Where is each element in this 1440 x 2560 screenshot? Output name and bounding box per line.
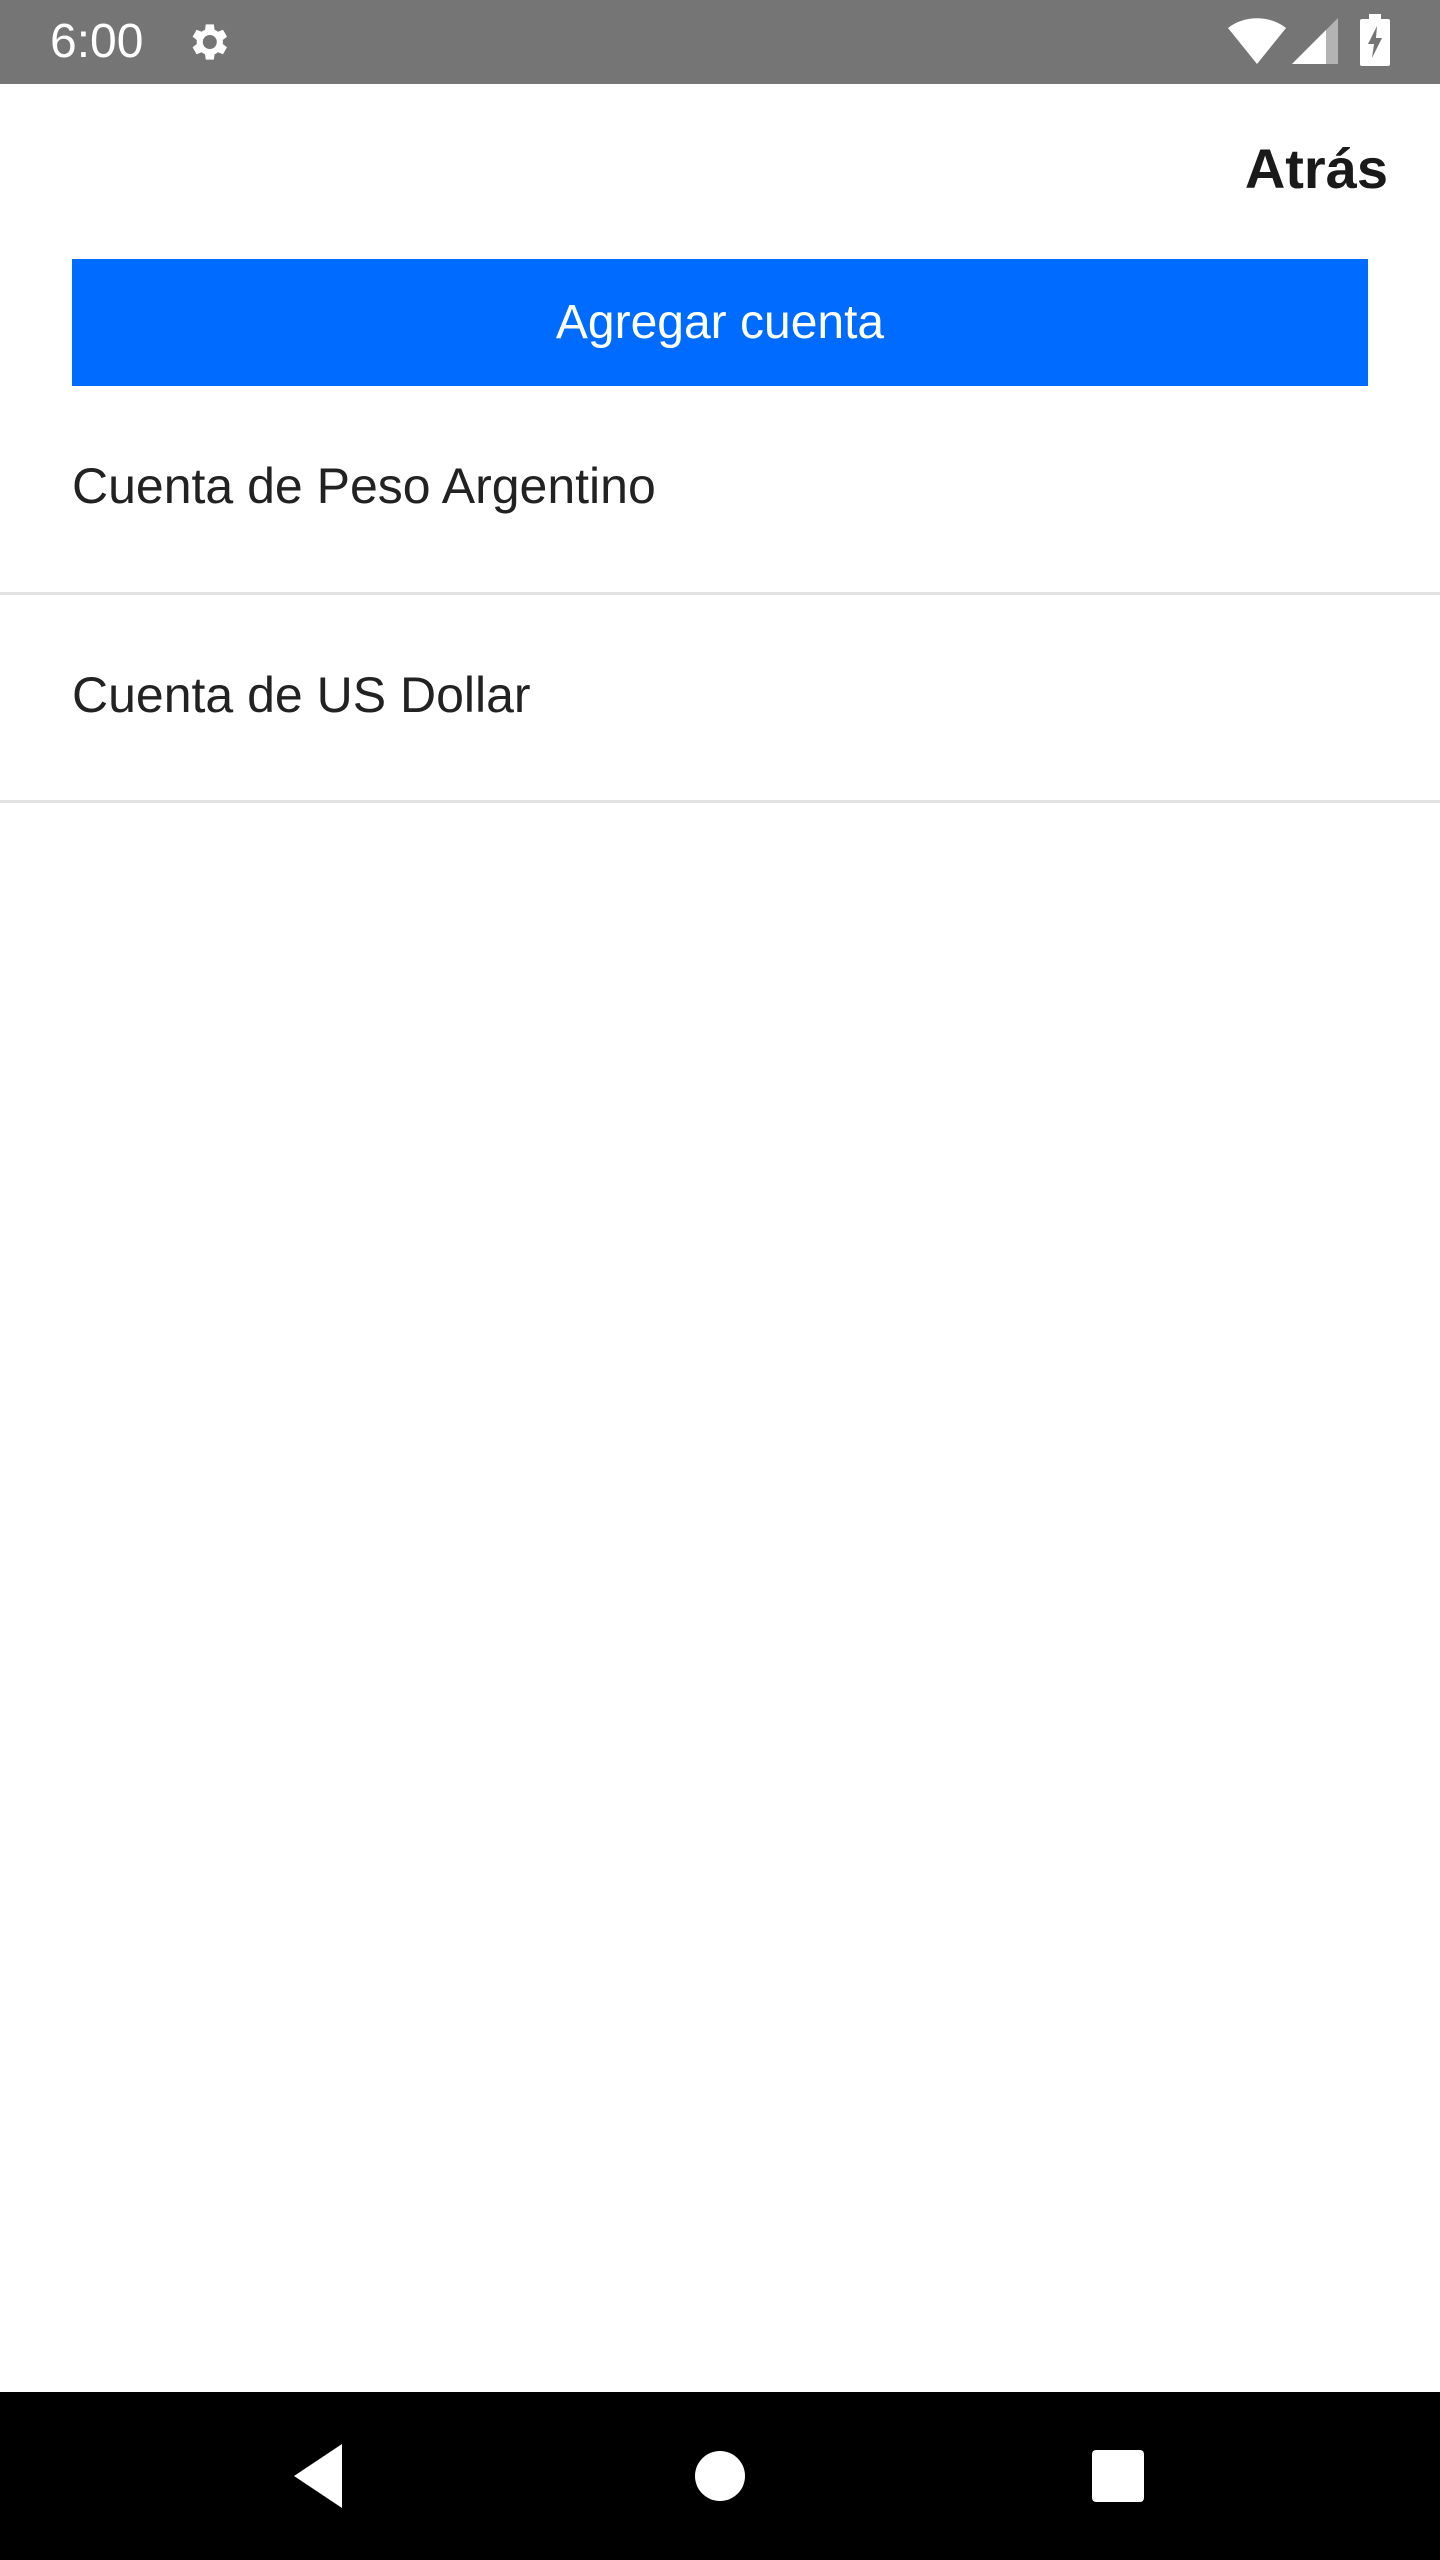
back-link[interactable]: Atrás	[1245, 136, 1388, 202]
navigation-bar	[0, 2392, 1440, 2560]
account-item-label: Cuenta de US Dollar	[72, 667, 531, 723]
recents-square-icon[interactable]	[1092, 2450, 1144, 2502]
wifi-icon	[1228, 18, 1286, 64]
account-item-label: Cuenta de Peso Argentino	[72, 458, 656, 514]
status-time: 6:00	[50, 15, 144, 68]
add-account-label: Agregar cuenta	[555, 296, 885, 349]
signal-icon	[1292, 18, 1338, 64]
add-account-button[interactable]: Agregar cuenta	[72, 259, 1368, 386]
gear-icon	[192, 24, 227, 60]
header: Atrás	[0, 84, 1440, 254]
home-circle-icon[interactable]	[694, 2450, 746, 2502]
back-triangle-icon[interactable]	[290, 2444, 346, 2508]
screen: 6:00 Atrás Agregar cuenta Cuenta de Peso…	[0, 0, 1440, 2560]
account-item-usd[interactable]: Cuenta de US Dollar	[0, 595, 1440, 803]
battery-icon	[1360, 14, 1390, 66]
account-list: Cuenta de Peso Argentino Cuenta de US Do…	[0, 386, 1440, 803]
status-bar: 6:00	[0, 0, 1440, 84]
account-item-ars[interactable]: Cuenta de Peso Argentino	[0, 386, 1440, 595]
